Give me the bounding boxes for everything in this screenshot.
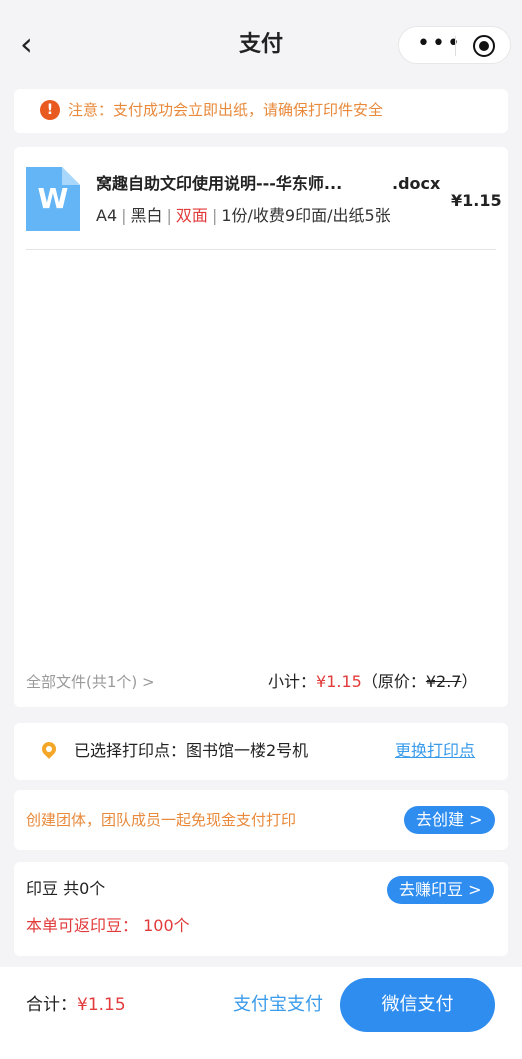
print-location-card: 已选择打印点：图书馆一楼2号机 更换打印点: [14, 723, 508, 780]
file-meta: A4 | 黑白 | 双面 | 1份/收费9印面/出纸5张: [96, 206, 391, 225]
subtotal-label: 小计：: [268, 672, 317, 691]
meta-color: 黑白: [130, 206, 163, 225]
orig-suffix: ）: [461, 672, 478, 691]
beans-count: 印豆 共0个: [26, 879, 106, 898]
subtotal-value: ¥1.15: [316, 672, 362, 691]
location-pin-icon: [39, 739, 59, 759]
close-target-icon[interactable]: [473, 35, 495, 57]
more-dots-icon[interactable]: •••: [417, 27, 460, 65]
file-extension: .docx: [392, 174, 441, 193]
word-file-icon: W: [26, 167, 80, 231]
meta-duplex: 双面: [175, 206, 208, 225]
file-name: 窝趣自助文印使用说明---华东师...: [96, 174, 343, 193]
beans-refund: 本单可返印豆： 100个: [26, 916, 190, 935]
subtotal: 小计：¥1.15（原价：¥2.7）: [268, 671, 477, 693]
notice-banner: ! 注意：支付成功会立即出纸，请确保打印件安全: [14, 89, 508, 133]
group-promo-card: 创建团体，团队成员一起免现金支付打印 去创建 >: [14, 790, 508, 850]
warning-icon: !: [40, 100, 60, 120]
selected-location: 已选择打印点：图书馆一楼2号机: [74, 741, 309, 760]
earn-beans-button[interactable]: 去赚印豆 >: [387, 876, 494, 904]
meta-size: A4: [96, 206, 118, 225]
group-promo-text: 创建团体，团队成员一起免现金支付打印: [26, 811, 297, 829]
change-location-link[interactable]: 更换打印点: [395, 740, 475, 762]
create-group-button[interactable]: 去创建 >: [404, 806, 495, 834]
alipay-button[interactable]: 支付宝支付: [233, 993, 323, 1017]
total-label: 合计：: [26, 995, 77, 1015]
file-price: ¥1.15: [451, 191, 502, 210]
total-value: ¥1.15: [77, 995, 126, 1015]
file-card: W 窝趣自助文印使用说明---华东师... .docx ¥1.15 A4 | 黑白 |…: [14, 147, 508, 707]
wechat-pay-button[interactable]: 微信支付: [340, 978, 495, 1032]
total: 合计：¥1.15: [26, 993, 126, 1017]
file-divider: [26, 249, 496, 250]
notice-text: 注意：支付成功会立即出纸，请确保打印件安全: [68, 101, 384, 119]
all-files-link[interactable]: 全部文件(共1个) >: [26, 671, 155, 693]
original-price: ¥2.7: [425, 672, 462, 691]
meta-rest: 1份/收费9印面/出纸5张: [221, 206, 391, 225]
mini-program-capsule: •••: [398, 26, 511, 64]
bottom-pay-bar: 合计：¥1.15 支付宝支付 微信支付: [0, 967, 522, 1059]
capsule-divider: [455, 36, 456, 56]
orig-prefix: （原价：: [361, 672, 426, 691]
beans-card: 印豆 共0个 本单可返印豆： 100个 去赚印豆 >: [14, 862, 508, 956]
